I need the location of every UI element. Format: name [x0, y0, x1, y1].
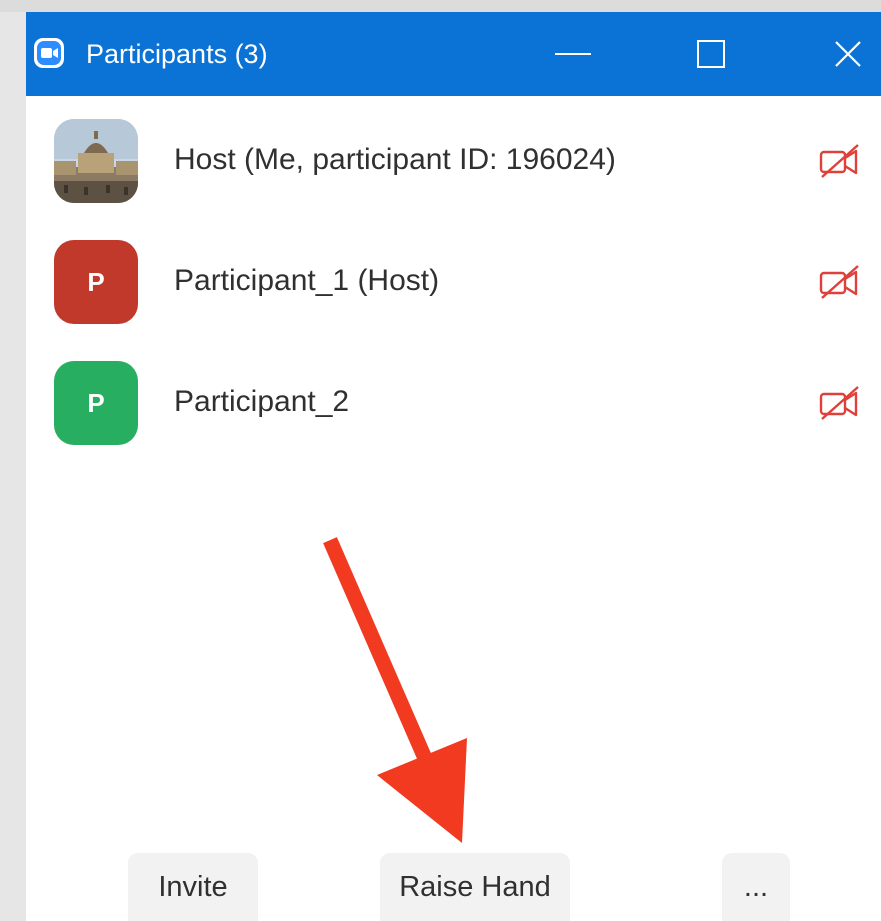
close-icon [835, 41, 861, 67]
minimize-icon [555, 53, 591, 55]
zoom-camera-icon [34, 38, 64, 68]
window-title: Participants (3) [86, 39, 268, 69]
participant-name: Host (Me, participant ID: 196024) [174, 143, 616, 176]
avatar: P [54, 240, 138, 324]
participant-row-participant-2[interactable]: P Participant_2 [26, 358, 881, 448]
close-button[interactable] [823, 30, 873, 78]
video-off-icon[interactable] [818, 265, 862, 299]
avatar-photo [54, 119, 138, 203]
participant-name: Participant_2 [174, 385, 350, 418]
title-bar[interactable]: Participants (3) [26, 12, 881, 96]
maximize-button[interactable] [686, 30, 736, 78]
minimize-button[interactable] [548, 30, 598, 78]
avatar: P [54, 361, 138, 445]
more-options-button[interactable]: ... [722, 853, 790, 921]
video-off-icon[interactable] [818, 386, 862, 420]
participants-window: Participants (3) Host (Me, participant I… [26, 12, 881, 921]
raise-hand-button[interactable]: Raise Hand [380, 853, 570, 921]
desktop-background [0, 0, 881, 12]
participant-name: Participant_1 (Host) [174, 264, 440, 297]
video-off-icon[interactable] [818, 144, 862, 178]
invite-button[interactable]: Invite [128, 853, 258, 921]
participant-row-host-me[interactable]: Host (Me, participant ID: 196024) [26, 116, 881, 206]
maximize-icon [697, 40, 725, 68]
participant-row-participant-1[interactable]: P Participant_1 (Host) [26, 237, 881, 327]
